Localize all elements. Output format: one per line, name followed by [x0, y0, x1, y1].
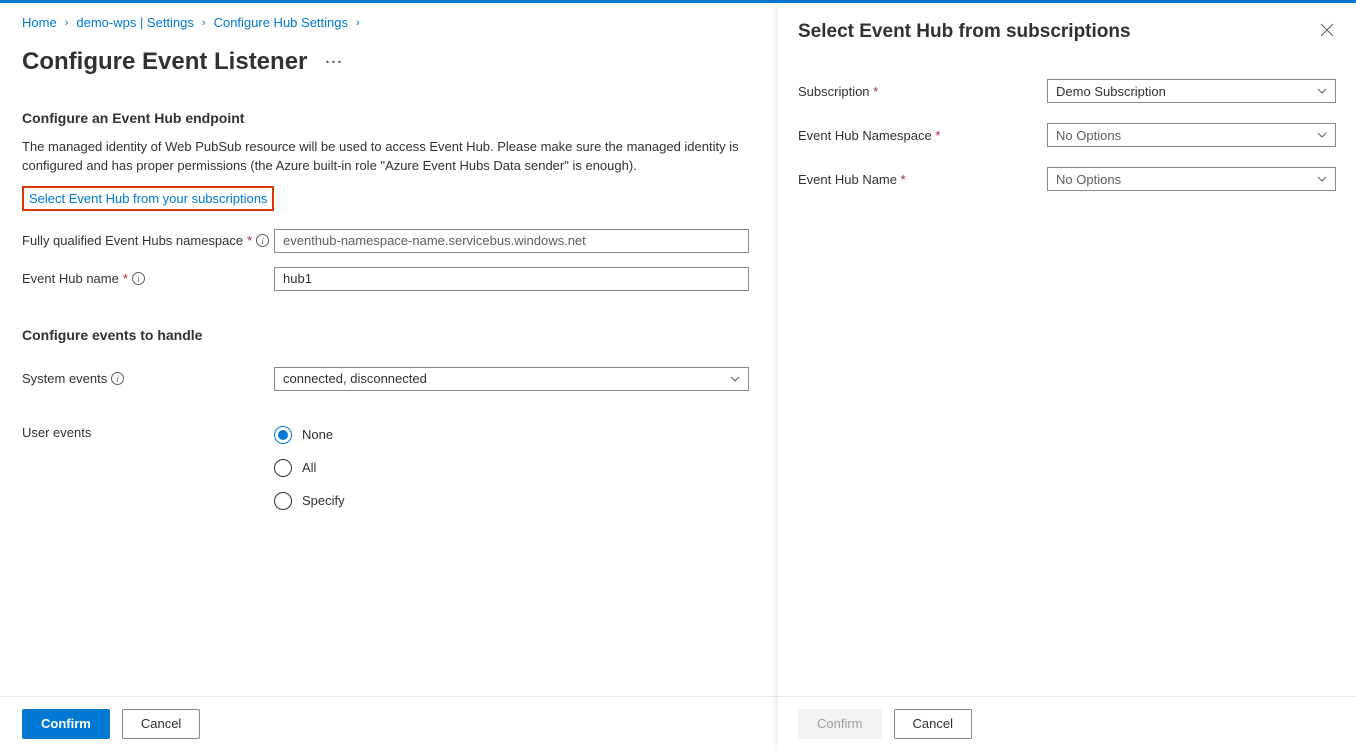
side-panel-header: Select Event Hub from subscriptions: [798, 21, 1336, 43]
select-from-subscriptions-link[interactable]: Select Event Hub from your subscriptions: [29, 191, 267, 206]
section-endpoint-description: The managed identity of Web PubSub resou…: [22, 138, 742, 176]
radio-button-icon: [274, 492, 292, 510]
chevron-down-icon: [1317, 86, 1327, 96]
hubname-input[interactable]: [274, 267, 749, 291]
info-icon[interactable]: i: [256, 234, 269, 247]
select-from-subscriptions-highlight: Select Event Hub from your subscriptions: [22, 186, 274, 211]
side-footer: Confirm Cancel: [778, 696, 1356, 750]
breadcrumb-resource[interactable]: demo-wps | Settings: [76, 15, 194, 30]
side-panel: Select Event Hub from subscriptions Subs…: [778, 3, 1356, 750]
hubname-row: Event Hub name * i: [22, 267, 756, 291]
required-marker: *: [873, 84, 878, 99]
page-title-text: Configure Event Listener: [22, 48, 307, 76]
close-icon[interactable]: [1318, 21, 1336, 42]
system-events-select[interactable]: connected, disconnected: [274, 367, 749, 391]
required-marker: *: [935, 128, 940, 143]
eh-namespace-value: No Options: [1056, 128, 1121, 143]
eh-namespace-label: Event Hub Namespace *: [798, 128, 1047, 143]
chevron-right-icon: ›: [356, 17, 360, 29]
chevron-down-icon: [1317, 130, 1327, 140]
required-marker: *: [247, 233, 252, 248]
subscription-label: Subscription *: [798, 84, 1047, 99]
eh-name-select[interactable]: No Options: [1047, 167, 1336, 191]
chevron-right-icon: ›: [65, 17, 69, 29]
required-marker: *: [901, 172, 906, 187]
page-title: Configure Event Listener ···: [22, 48, 756, 76]
side-confirm-button: Confirm: [798, 709, 882, 739]
namespace-input[interactable]: [274, 229, 749, 253]
radio-specify[interactable]: Specify: [274, 492, 756, 510]
section-events-title: Configure events to handle: [22, 327, 756, 343]
radio-none-label: None: [302, 427, 333, 442]
subscription-label-text: Subscription: [798, 84, 870, 99]
section-endpoint-title: Configure an Event Hub endpoint: [22, 110, 756, 126]
eh-namespace-row: Event Hub Namespace * No Options: [798, 123, 1336, 147]
user-events-radio-group: None All Specify: [274, 426, 756, 510]
radio-button-icon: [274, 426, 292, 444]
radio-none[interactable]: None: [274, 426, 756, 444]
breadcrumb-home[interactable]: Home: [22, 15, 57, 30]
eh-namespace-label-text: Event Hub Namespace: [798, 128, 932, 143]
namespace-row: Fully qualified Event Hubs namespace * i: [22, 229, 756, 253]
cancel-button[interactable]: Cancel: [122, 709, 200, 739]
namespace-label: Fully qualified Event Hubs namespace * i: [22, 233, 274, 248]
eh-name-value: No Options: [1056, 172, 1121, 187]
eh-name-row: Event Hub Name * No Options: [798, 167, 1336, 191]
chevron-right-icon: ›: [202, 17, 206, 29]
eh-namespace-select[interactable]: No Options: [1047, 123, 1336, 147]
main-panel: Home › demo-wps | Settings › Configure H…: [0, 3, 778, 750]
system-events-row: System events i connected, disconnected: [22, 367, 756, 391]
user-events-label-text: User events: [22, 425, 91, 440]
hubname-label-text: Event Hub name: [22, 271, 119, 286]
user-events-label: User events: [22, 425, 274, 440]
more-menu-icon[interactable]: ···: [325, 54, 343, 71]
radio-all[interactable]: All: [274, 459, 756, 477]
side-panel-title: Select Event Hub from subscriptions: [798, 21, 1131, 43]
namespace-label-text: Fully qualified Event Hubs namespace: [22, 233, 243, 248]
required-marker: *: [123, 271, 128, 286]
info-icon[interactable]: i: [111, 372, 124, 385]
side-cancel-button[interactable]: Cancel: [894, 709, 972, 739]
eh-name-label-text: Event Hub Name: [798, 172, 897, 187]
system-events-value: connected, disconnected: [283, 371, 427, 386]
breadcrumb: Home › demo-wps | Settings › Configure H…: [22, 15, 756, 30]
system-events-label-text: System events: [22, 371, 107, 386]
confirm-button[interactable]: Confirm: [22, 709, 110, 739]
subscription-select[interactable]: Demo Subscription: [1047, 79, 1336, 103]
subscription-value: Demo Subscription: [1056, 84, 1166, 99]
subscription-row: Subscription * Demo Subscription: [798, 79, 1336, 103]
system-events-label: System events i: [22, 371, 274, 386]
radio-button-icon: [274, 459, 292, 477]
main-footer: Confirm Cancel: [0, 696, 778, 750]
radio-specify-label: Specify: [302, 493, 345, 508]
eh-name-label: Event Hub Name *: [798, 172, 1047, 187]
info-icon[interactable]: i: [132, 272, 145, 285]
chevron-down-icon: [1317, 174, 1327, 184]
hubname-label: Event Hub name * i: [22, 271, 274, 286]
radio-all-label: All: [302, 460, 316, 475]
breadcrumb-configure[interactable]: Configure Hub Settings: [214, 15, 348, 30]
chevron-down-icon: [730, 374, 740, 384]
